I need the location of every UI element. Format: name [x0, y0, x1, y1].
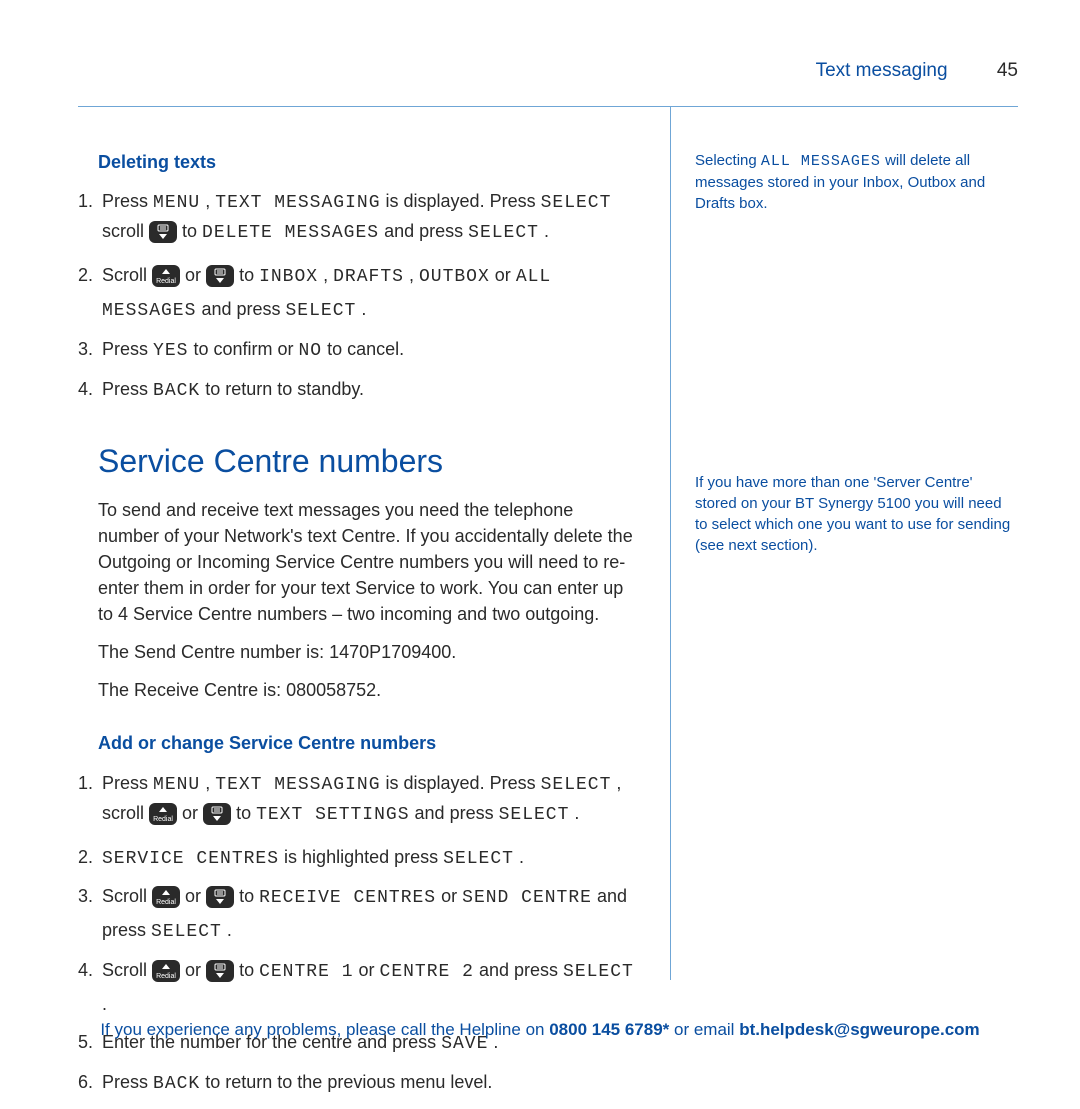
redial-up-key-icon: [149, 803, 177, 834]
page-header: Text messaging 45: [816, 58, 1018, 84]
phonebook-down-key-icon: [206, 886, 234, 917]
vertical-divider: [670, 106, 671, 980]
list-item: Press MENU , TEXT MESSAGING is displayed…: [98, 188, 638, 252]
phonebook-down-key-icon: [206, 265, 234, 296]
list-item: Press YES to confirm or NO to cancel.: [98, 336, 638, 366]
helpline-email: bt.helpdesk@sgweurope.com: [739, 1020, 979, 1039]
deleting-texts-steps: Press MENU , TEXT MESSAGING is displayed…: [78, 188, 638, 405]
list-item: Press BACK to return to standby.: [98, 376, 638, 406]
list-item: Scroll or to CENTRE 1 or CENTRE 2 and pr…: [98, 957, 638, 1019]
redial-up-key-icon: [152, 960, 180, 991]
phonebook-down-key-icon: [203, 803, 231, 834]
sidebar-note-all-messages: Selecting ALL MESSAGES will delete all m…: [695, 150, 1015, 214]
redial-up-key-icon: [152, 886, 180, 917]
phonebook-down-key-icon: [206, 960, 234, 991]
main-column: Deleting texts Press MENU , TEXT MESSAGI…: [78, 150, 638, 1109]
service-centre-steps: Press MENU , TEXT MESSAGING is displayed…: [78, 770, 638, 1099]
service-centre-intro: To send and receive text messages you ne…: [98, 497, 638, 627]
list-item: SERVICE CENTRES is highlighted press SEL…: [98, 844, 638, 874]
list-item: Press BACK to return to the previous men…: [98, 1069, 638, 1099]
list-item: Scroll or to INBOX , DRAFTS , OUTBOX or …: [98, 262, 638, 326]
list-item: Scroll or to RECEIVE CENTRES or SEND CEN…: [98, 883, 638, 947]
helpline-footer: If you experience any problems, please c…: [0, 1019, 1080, 1042]
subheading-deleting-texts: Deleting texts: [98, 150, 638, 174]
sidebar-column: Selecting ALL MESSAGES will delete all m…: [695, 150, 1015, 556]
section-title: Text messaging: [816, 60, 948, 81]
phonebook-down-key-icon: [149, 221, 177, 252]
page-number: 45: [997, 60, 1018, 81]
heading-service-centre-numbers: Service Centre numbers: [98, 440, 638, 483]
receive-centre-number: The Receive Centre is: 080058752.: [98, 677, 638, 703]
helpline-phone: 0800 145 6789*: [549, 1020, 669, 1039]
list-item: Press MENU , TEXT MESSAGING is displayed…: [98, 770, 638, 834]
horizontal-rule: [78, 106, 1018, 107]
subheading-add-change-service-centre: Add or change Service Centre numbers: [98, 731, 638, 755]
sidebar-note-server-centre: If you have more than one 'Server Centre…: [695, 472, 1015, 556]
send-centre-number: The Send Centre number is: 1470P1709400.: [98, 639, 638, 665]
redial-up-key-icon: [152, 265, 180, 296]
